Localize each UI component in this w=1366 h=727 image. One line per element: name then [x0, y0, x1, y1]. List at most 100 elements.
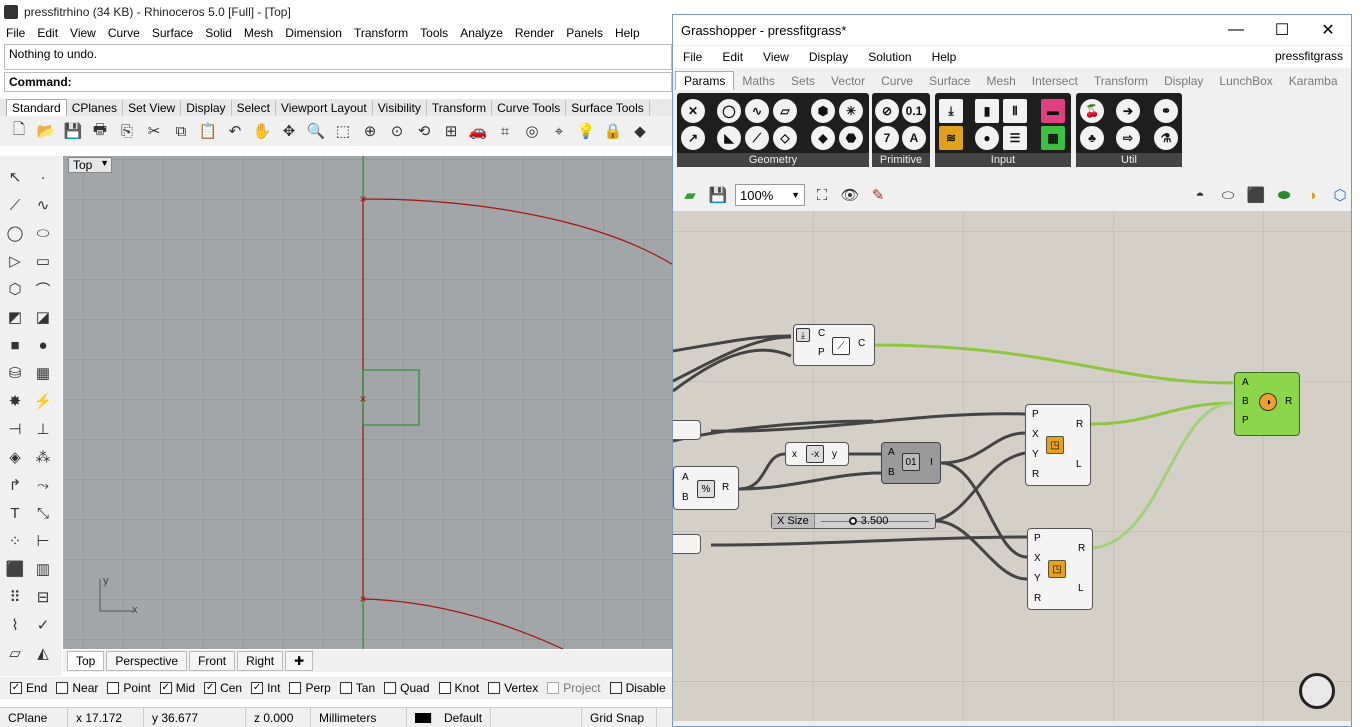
param-field-icon[interactable]: ⬣ — [839, 126, 863, 150]
negative-component[interactable]: x -x y — [785, 442, 849, 466]
array-icon[interactable]: ⁘ — [4, 530, 26, 552]
menu-solid[interactable]: Solid — [199, 26, 238, 40]
osnap-end[interactable]: ✓ End — [10, 681, 47, 695]
input-gradient-icon[interactable]: ▬ — [1041, 99, 1065, 123]
new-file-icon[interactable]: 🗋 — [8, 120, 30, 142]
gh-tab-display[interactable]: Display — [1156, 72, 1211, 90]
gh-tab-lunchbox[interactable]: LunchBox — [1211, 72, 1280, 90]
gh-tab-mesh[interactable]: Mesh — [978, 72, 1023, 90]
osnap-cen-checkbox[interactable]: ✓ — [204, 682, 217, 694]
analyze-icon[interactable]: ⌇ — [4, 614, 26, 636]
input-swatch-icon[interactable]: ▦ — [1041, 126, 1065, 150]
param-mesh-icon[interactable]: ✳ — [839, 99, 863, 123]
panel-input-2[interactable] — [673, 534, 701, 554]
osnap-quad-checkbox[interactable] — [384, 682, 397, 694]
grid-options-icon[interactable]: ⌗ — [494, 120, 516, 142]
pull-curve-component[interactable]: C P C ⟋ ⤓ — [793, 324, 875, 366]
group-util-label[interactable]: Util — [1076, 153, 1182, 167]
zoom-extents-icon[interactable]: ⊕ — [359, 120, 381, 142]
gh-tab-intersect[interactable]: Intersect — [1024, 72, 1086, 90]
osnap-mid[interactable]: ✓ Mid — [159, 681, 195, 695]
tab-visibility[interactable]: Visibility — [373, 100, 427, 116]
viewport-title[interactable]: Top ▼ — [68, 157, 112, 173]
cut-icon[interactable]: ✂ — [143, 120, 165, 142]
division-component[interactable]: A B R % — [673, 466, 739, 510]
param-line-icon[interactable]: ⟋ — [745, 126, 769, 150]
layout-icon[interactable]: ⊟ — [32, 586, 54, 608]
preview-wire-icon[interactable]: ◓ — [1189, 184, 1211, 206]
curve-icon[interactable]: ∿ — [32, 194, 54, 216]
gh-menu-edit[interactable]: Edit — [712, 50, 753, 64]
light-bulb-icon[interactable]: 💡 — [575, 120, 597, 142]
osnap-project-checkbox[interactable] — [547, 682, 560, 694]
view-tab-right[interactable]: Right — [237, 651, 284, 671]
scale-icon[interactable]: ⤡ — [32, 502, 54, 524]
osnap-knot[interactable]: Knot — [438, 681, 479, 695]
cube-icon[interactable]: ⬛ — [4, 558, 26, 580]
group-primitive-label[interactable]: Primitive — [872, 153, 930, 167]
material-icon[interactable]: ◆ — [629, 120, 651, 142]
extrude-surface-icon[interactable]: ◪ — [32, 306, 54, 328]
osnap-tan-checkbox[interactable] — [339, 682, 352, 694]
circle-icon[interactable]: ◯ — [4, 222, 26, 244]
param-text-icon[interactable]: A — [902, 126, 926, 150]
import-icon[interactable]: ⎘ — [116, 120, 138, 142]
sphere-icon[interactable]: ● — [32, 334, 54, 356]
menu-transform[interactable]: Transform — [348, 26, 414, 40]
render-icon[interactable]: ◭ — [32, 642, 54, 664]
explode-icon[interactable]: ✸ — [4, 390, 26, 412]
tab-transform[interactable]: Transform — [427, 100, 493, 116]
view-tab-top[interactable]: Top — [67, 651, 105, 671]
command-prompt[interactable]: Command: — [4, 72, 672, 92]
util-arrow-outline-icon[interactable]: ⇨ — [1116, 126, 1140, 150]
add-view-tab-icon[interactable]: ✚ — [285, 651, 314, 671]
osnap-cen[interactable]: ✓ Cen — [204, 681, 242, 695]
menu-dimension[interactable]: Dimension — [279, 26, 348, 40]
gh-menu-solution[interactable]: Solution — [858, 50, 921, 64]
ellipse-icon[interactable]: ⬭ — [32, 222, 54, 244]
point-icon[interactable]: · — [32, 166, 54, 188]
text-icon[interactable]: T — [4, 502, 26, 524]
x-size-slider[interactable]: X Size 3.500 — [771, 513, 936, 529]
arc-icon[interactable]: ⌒ — [32, 278, 54, 300]
hatch-icon[interactable]: ▥ — [32, 558, 54, 580]
view-tab-perspective[interactable]: Perspective — [106, 651, 188, 671]
param-brep-icon[interactable]: ◣ — [717, 126, 741, 150]
save-icon[interactable]: 💾 — [62, 120, 84, 142]
pan-icon[interactable]: ✋ — [251, 120, 273, 142]
gh-menu-help[interactable]: Help — [922, 50, 967, 64]
tab-curve-tools[interactable]: Curve Tools — [492, 100, 567, 116]
menu-curve[interactable]: Curve — [102, 26, 146, 40]
solver-icon[interactable]: ⬡ — [1329, 184, 1351, 206]
offset-icon[interactable]: ⤳ — [32, 474, 54, 496]
copy-icon[interactable]: ⧉ — [170, 120, 192, 142]
gh-tab-sets[interactable]: Sets — [783, 72, 823, 90]
dimension-icon[interactable]: ⊢ — [32, 530, 54, 552]
param-surface-icon[interactable]: ▱ — [773, 99, 797, 123]
input-dial-icon[interactable]: ● — [975, 126, 999, 150]
rectangle-icon[interactable]: ▭ — [32, 250, 54, 272]
preview-selected-icon[interactable]: ⬛ — [1245, 184, 1267, 206]
param-integer-icon[interactable]: 7 — [875, 126, 899, 150]
menu-analyze[interactable]: Analyze — [454, 26, 509, 40]
lock-icon[interactable]: 🔒 — [602, 120, 624, 142]
menu-edit[interactable]: Edit — [31, 26, 64, 40]
rectangle-component-1[interactable]: P X Y R R L ◳ — [1025, 404, 1091, 486]
gh-tab-curve[interactable]: Curve — [873, 72, 921, 90]
rectangle-component-2[interactable]: P X Y R R L ◳ — [1027, 528, 1093, 610]
gh-save-icon[interactable]: 💾 — [707, 184, 729, 206]
trim-icon[interactable]: ⚡ — [32, 390, 54, 412]
split-icon[interactable]: ⊣ — [4, 418, 26, 440]
sketch-pen-icon[interactable]: ✎ — [867, 184, 889, 206]
input-graph-icon[interactable]: ≋ — [939, 126, 963, 150]
panel-input-1[interactable] — [673, 420, 701, 440]
osnap-near-checkbox[interactable] — [56, 682, 69, 694]
input-button-icon[interactable]: ⤓ — [939, 99, 963, 123]
car-icon[interactable]: 🚗 — [467, 120, 489, 142]
gh-tab-karamba[interactable]: Karamba — [1281, 72, 1346, 90]
zoom-icon[interactable]: 🔍 — [305, 120, 327, 142]
zoom-dropdown[interactable]: 100% ▼ — [735, 184, 805, 206]
check-icon[interactable]: ✓ — [32, 614, 54, 636]
grid-array-icon[interactable]: ⠿ — [4, 586, 26, 608]
osnap-tan[interactable]: Tan — [339, 681, 375, 695]
